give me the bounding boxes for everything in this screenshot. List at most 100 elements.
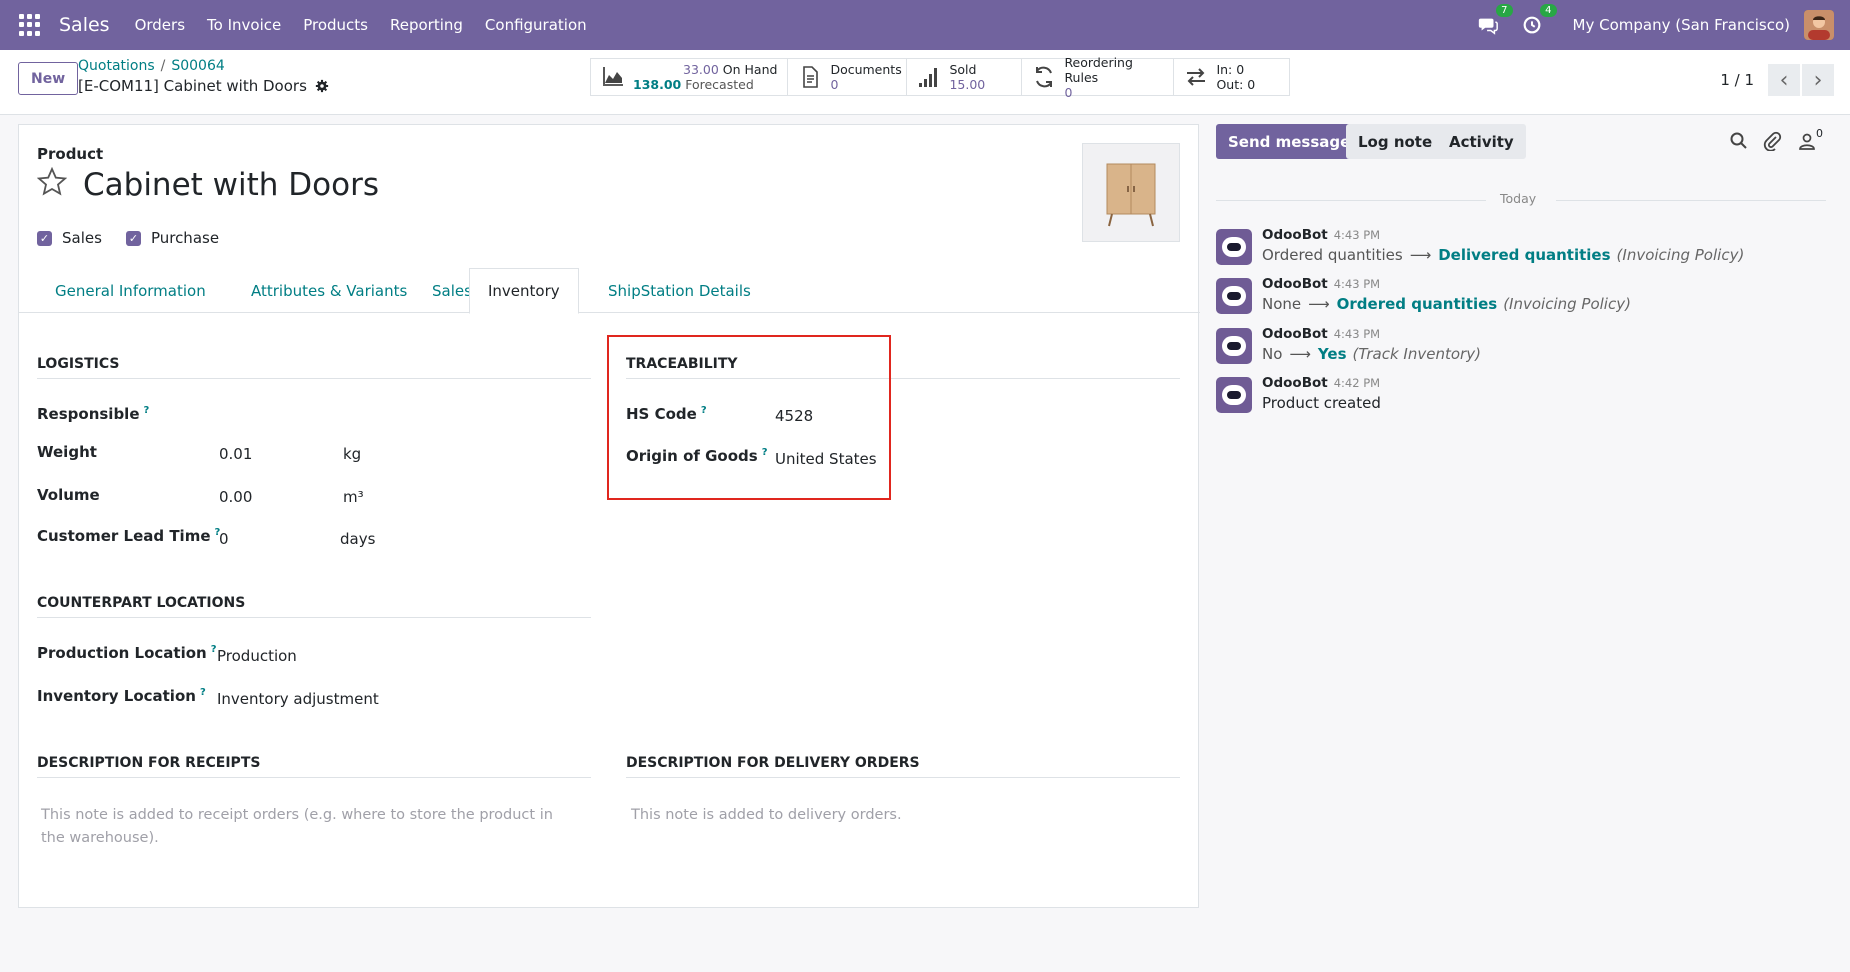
- receipts-placeholder-line1: This note is added to receipt orders (e.…: [41, 807, 553, 823]
- out-label: Out: 0: [1216, 77, 1256, 92]
- documents-value: 0: [830, 77, 839, 92]
- sales-checkbox-label: Sales: [62, 229, 102, 247]
- delivery-description-field[interactable]: This note is added to delivery orders.: [631, 804, 1151, 827]
- purchase-checkbox-label: Purchase: [150, 229, 220, 247]
- date-separator-label: Today: [1500, 191, 1537, 206]
- forecast-value: 138.00: [633, 77, 682, 92]
- odoobot-avatar[interactable]: [1216, 377, 1252, 413]
- on-hand-smart-button[interactable]: 33.00 On Hand 138.00 Forecasted: [591, 59, 789, 95]
- arrow-right-icon: ⟶: [1308, 295, 1330, 313]
- followers-button[interactable]: 0: [1797, 127, 1827, 151]
- document-icon: [803, 66, 819, 88]
- inventory-location-field[interactable]: Inventory adjustment: [217, 690, 379, 708]
- message-body: No ⟶ Yes (Track Inventory): [1262, 345, 1481, 363]
- message-author[interactable]: OdooBot 4:43 PM: [1262, 276, 1380, 292]
- tab-shipstation-details[interactable]: ShipStation Details: [590, 268, 769, 313]
- documents-smart-button[interactable]: Documents 0: [788, 59, 908, 95]
- exchange-arrows-icon: [1187, 68, 1206, 86]
- chatter-message: OdooBot 4:42 PM Product created: [1216, 375, 1836, 419]
- purchase-checkbox[interactable]: ✓: [125, 230, 141, 246]
- odoobot-avatar[interactable]: [1216, 278, 1252, 314]
- company-switcher[interactable]: My Company (San Francisco): [1573, 16, 1790, 34]
- help-tooltip-icon[interactable]: ?: [211, 644, 217, 655]
- sold-value: 15.00: [949, 77, 986, 92]
- message-author[interactable]: OdooBot 4:43 PM: [1262, 326, 1380, 342]
- smart-buttons: 33.00 On Hand 138.00 Forecasted Document…: [590, 55, 1291, 100]
- nav-reporting[interactable]: Reporting: [390, 16, 463, 34]
- tab-general-information[interactable]: General Information: [37, 268, 224, 313]
- traceability-highlight-box: [607, 335, 891, 500]
- product-name-field[interactable]: Cabinet with Doors: [83, 167, 379, 203]
- receipts-placeholder-line2: the warehouse).: [41, 830, 159, 846]
- odoobot-avatar[interactable]: [1216, 328, 1252, 364]
- in-out-smart-button[interactable]: In: 0 Out: 0: [1174, 59, 1289, 95]
- log-note-button[interactable]: Log note: [1346, 124, 1445, 159]
- product-image[interactable]: [1082, 143, 1180, 242]
- weight-unit: kg: [343, 445, 362, 463]
- message-author[interactable]: OdooBot 4:42 PM: [1262, 375, 1380, 391]
- customer-lead-time-label: Customer Lead Time?: [37, 527, 221, 545]
- star-icon[interactable]: [37, 167, 67, 197]
- clock-icon: [1523, 16, 1540, 34]
- weight-field[interactable]: 0.01: [219, 445, 252, 463]
- search-icon[interactable]: [1729, 131, 1749, 151]
- apps-grid-icon[interactable]: [19, 14, 41, 36]
- product-flags: ✓ Sales ✓ Purchase: [37, 229, 243, 247]
- production-location-field[interactable]: Production: [217, 647, 297, 665]
- gear-icon[interactable]: [315, 79, 329, 93]
- volume-field[interactable]: 0.00: [219, 488, 252, 506]
- send-message-button[interactable]: Send message: [1216, 124, 1363, 159]
- customer-lead-time-field[interactable]: 0: [219, 530, 229, 548]
- control-panel: New Quotations / S00064 [E-COM11] Cabinet …: [0, 50, 1850, 115]
- pager-previous-button[interactable]: ‹: [1768, 64, 1800, 96]
- activities-badge: 4: [1540, 4, 1557, 17]
- messages-button[interactable]: 7: [1477, 4, 1513, 36]
- new-button[interactable]: New: [18, 62, 79, 95]
- paperclip-icon[interactable]: [1762, 131, 1782, 151]
- form-sheet: Product Cabinet with Doors ✓ Sales ✓ Pur…: [18, 124, 1200, 908]
- arrow-right-icon: ⟶: [1409, 246, 1432, 264]
- nav-orders[interactable]: Orders: [135, 16, 185, 34]
- notebook-tabs: General Information Attributes & Variant…: [19, 268, 1200, 314]
- sales-checkbox[interactable]: ✓: [37, 230, 52, 246]
- pager: 1 / 1 ‹ ›: [1720, 64, 1850, 96]
- help-tooltip-icon[interactable]: ?: [200, 687, 206, 698]
- message-author[interactable]: OdooBot 4:43 PM: [1262, 227, 1380, 243]
- nav-to-invoice[interactable]: To Invoice: [207, 16, 281, 34]
- message-time: 4:43 PM: [1333, 228, 1381, 242]
- sold-smart-button[interactable]: Sold 15.00: [907, 59, 1023, 95]
- cabinet-image-icon: [1106, 163, 1156, 226]
- pager-next-button[interactable]: ›: [1802, 64, 1834, 96]
- message-time: 4:42 PM: [1333, 376, 1381, 390]
- chevron-right-icon: ›: [1813, 67, 1823, 93]
- refresh-icon: [1036, 66, 1053, 88]
- messages-badge: 7: [1496, 4, 1513, 17]
- activity-button[interactable]: Activity: [1437, 124, 1526, 159]
- pager-value[interactable]: 1 / 1: [1720, 71, 1754, 89]
- breadcrumb-order[interactable]: S00064: [171, 58, 224, 74]
- tab-attributes-variants[interactable]: Attributes & Variants: [233, 268, 425, 313]
- on-hand-value: 33.00: [683, 62, 719, 77]
- arrow-right-icon: ⟶: [1289, 345, 1311, 363]
- user-avatar[interactable]: [1804, 10, 1834, 40]
- breadcrumb-quotations[interactable]: Quotations: [78, 58, 155, 74]
- chatter-message: OdooBot 4:43 PM Ordered quantities ⟶ Delive…: [1216, 227, 1836, 271]
- message-body: Ordered quantities ⟶ Delivered quantities(…: [1262, 246, 1745, 264]
- chat-icon: [1478, 18, 1498, 35]
- nav-configuration[interactable]: Configuration: [485, 16, 587, 34]
- reordering-label: Reordering Rules: [1064, 54, 1133, 85]
- product-label: Product: [37, 145, 104, 163]
- receipts-description-field[interactable]: This note is added to receipt orders (e.…: [41, 804, 561, 850]
- record-title-text: [E-COM11] Cabinet with Doors: [78, 77, 307, 95]
- odoobot-avatar[interactable]: [1216, 229, 1252, 265]
- tab-inventory[interactable]: Inventory: [469, 268, 579, 314]
- app-brand[interactable]: Sales: [59, 14, 110, 36]
- reordering-value: 0: [1064, 84, 1073, 100]
- reordering-rules-smart-button[interactable]: Reordering Rules 0: [1022, 55, 1175, 100]
- activities-button[interactable]: 4: [1521, 4, 1557, 36]
- documents-label: Documents: [830, 62, 902, 77]
- help-tooltip-icon[interactable]: ?: [144, 405, 150, 416]
- nav-products[interactable]: Products: [303, 16, 368, 34]
- receipts-description-title: DESCRIPTION FOR RECEIPTS: [37, 755, 591, 778]
- area-chart-icon: [603, 67, 623, 86]
